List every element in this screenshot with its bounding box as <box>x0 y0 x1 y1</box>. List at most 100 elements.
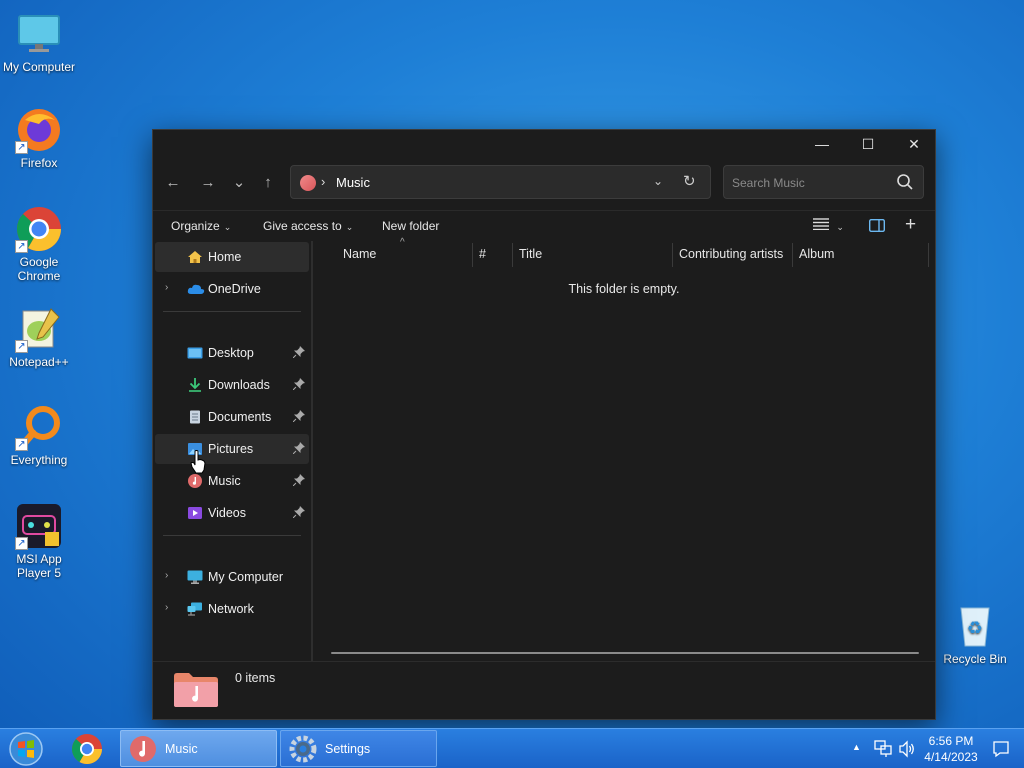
minimize-button[interactable]: — <box>799 130 845 158</box>
search-icon[interactable] <box>896 173 914 191</box>
new-folder-button[interactable]: New folder <box>382 219 439 233</box>
forward-button[interactable]: → <box>195 169 221 195</box>
column-divider[interactable] <box>472 243 473 267</box>
taskbar-task-label: Music <box>165 742 198 756</box>
pin-icon[interactable] <box>292 378 305 391</box>
nav-item-desktop[interactable]: Desktop <box>155 338 309 368</box>
tray-expand-button[interactable]: ▲ <box>852 742 861 768</box>
pin-icon[interactable] <box>292 346 305 359</box>
nav-item-home[interactable]: Home <box>155 242 309 272</box>
desktop-icon-firefox[interactable]: ↗ Firefox <box>0 106 78 170</box>
shortcut-arrow-icon: ↗ <box>15 240 28 253</box>
nav-divider <box>163 535 301 536</box>
back-button[interactable]: ← <box>160 169 186 195</box>
music-folder-icon <box>300 175 316 191</box>
close-button[interactable]: ✕ <box>891 130 937 158</box>
network-status-icon[interactable] <box>874 740 892 768</box>
nav-item-label: My Computer <box>208 570 284 584</box>
nav-item-label: Home <box>208 250 242 264</box>
column-header-name[interactable]: Name <box>343 247 376 271</box>
preview-pane-icon <box>868 218 886 233</box>
pin-icon[interactable] <box>292 506 305 519</box>
nav-item-my-computer[interactable]: › My Computer <box>155 562 309 592</box>
maximize-button[interactable]: ☐ <box>845 130 891 158</box>
column-header-album[interactable]: Album <box>799 247 834 271</box>
organize-button[interactable]: Organize ⌄ <box>171 219 231 233</box>
view-options-button[interactable]: ⌄ <box>813 218 844 233</box>
recent-locations-button[interactable]: ⌄ <box>226 169 252 195</box>
nav-item-pictures[interactable]: Pictures <box>155 434 309 464</box>
nav-item-label: Pictures <box>208 442 254 456</box>
file-explorer-window: — ☐ ✕ ← → ⌄ ↑ › Music ⌄ ↻ Organize⌄ Give… <box>152 129 936 720</box>
horizontal-scrollbar[interactable] <box>331 652 919 654</box>
shortcut-arrow-icon: ↗ <box>15 438 28 451</box>
chrome-icon: ↗ <box>15 205 63 253</box>
home-icon <box>187 250 203 264</box>
notifications-icon[interactable] <box>992 740 1010 768</box>
nav-item-onedrive[interactable]: › OneDrive <box>155 274 309 304</box>
nav-item-documents[interactable]: Documents <box>155 402 309 432</box>
search-box[interactable] <box>723 165 924 199</box>
svg-text:♻: ♻ <box>967 618 983 639</box>
nav-item-label: OneDrive <box>208 282 261 296</box>
nav-item-videos[interactable]: Videos <box>155 498 309 528</box>
hand-cursor-icon <box>190 450 206 474</box>
file-list[interactable]: ^ Name # Title Contributing artists Albu… <box>313 237 935 661</box>
nav-item-label: Downloads <box>208 378 270 392</box>
clock-time: 6:56 PM <box>928 734 974 748</box>
everything-search-icon: ↗ <box>15 403 63 451</box>
desktop-icon-notepadpp[interactable]: ↗ Notepad++ <box>0 305 78 369</box>
nav-item-label: Desktop <box>208 346 254 360</box>
column-divider[interactable] <box>672 243 673 267</box>
add-button[interactable]: + <box>905 214 916 236</box>
desktop-icon-everything[interactable]: ↗ Everything <box>0 403 78 467</box>
clock[interactable]: 6:56 PM 4/14/2023 <box>920 733 982 765</box>
desktop-icon-label: Notepad++ <box>9 355 69 369</box>
taskbar-chrome-button[interactable] <box>66 733 108 765</box>
shortcut-arrow-icon: ↗ <box>15 537 28 550</box>
taskbar: Music Settings ▲ 6:56 PM 4/14/2023 <box>0 728 1024 768</box>
clock-date: 4/14/2023 <box>924 750 978 764</box>
pin-icon[interactable] <box>292 410 305 423</box>
preview-pane-button[interactable] <box>868 218 886 235</box>
column-divider[interactable] <box>928 243 929 267</box>
shortcut-arrow-icon: ↗ <box>15 141 28 154</box>
command-bar: Organize ⌄ Give access to ⌄ New folder ⌄ + <box>153 210 935 240</box>
column-divider[interactable] <box>792 243 793 267</box>
desktop-icon-recycle-bin[interactable]: ♻ Recycle Bin <box>936 602 1014 666</box>
chevron-down-icon: ⌄ <box>836 222 844 232</box>
give-access-button[interactable]: Give access to ⌄ <box>263 219 353 233</box>
taskbar-task-music[interactable]: Music <box>120 730 277 767</box>
nav-item-label: Videos <box>208 506 246 520</box>
taskbar-task-settings[interactable]: Settings <box>280 730 437 767</box>
up-button[interactable]: ↑ <box>255 169 281 195</box>
desktop-icon-my-computer[interactable]: My Computer <box>0 10 78 74</box>
column-header-contributing-artists[interactable]: Contributing artists <box>679 247 783 271</box>
nav-item-music[interactable]: Music <box>155 466 309 496</box>
address-dropdown-button[interactable]: ⌄ <box>653 174 663 188</box>
desktop-icon-msi-app-player[interactable]: ↗ MSI App Player 5 <box>0 502 78 580</box>
column-divider[interactable] <box>512 243 513 267</box>
column-header-title[interactable]: Title <box>519 247 542 271</box>
volume-icon[interactable] <box>898 740 916 768</box>
download-arrow-icon <box>187 378 203 392</box>
chevron-down-icon: ⌄ <box>223 222 232 232</box>
details-pane: 0 items <box>153 661 935 719</box>
nav-item-label: Documents <box>208 410 272 424</box>
desktop-icon-chrome[interactable]: ↗ Google Chrome <box>0 205 78 283</box>
column-header-number[interactable]: # <box>479 247 486 271</box>
pin-icon[interactable] <box>292 442 305 455</box>
refresh-button[interactable]: ↻ <box>683 172 696 190</box>
search-input[interactable] <box>732 174 892 192</box>
nav-item-network[interactable]: › Network <box>155 594 309 624</box>
organize-label: Organize <box>171 219 220 233</box>
address-bar[interactable]: › Music ⌄ ↻ <box>290 165 711 199</box>
desktop-icon-label: Google Chrome <box>17 255 61 283</box>
chevron-right-icon[interactable]: › <box>165 602 168 613</box>
nav-item-downloads[interactable]: Downloads <box>155 370 309 400</box>
chevron-right-icon[interactable]: › <box>165 570 168 581</box>
chevron-right-icon[interactable]: › <box>165 282 168 293</box>
start-button[interactable] <box>6 731 46 767</box>
breadcrumb-music[interactable]: Music <box>336 175 370 190</box>
pin-icon[interactable] <box>292 474 305 487</box>
